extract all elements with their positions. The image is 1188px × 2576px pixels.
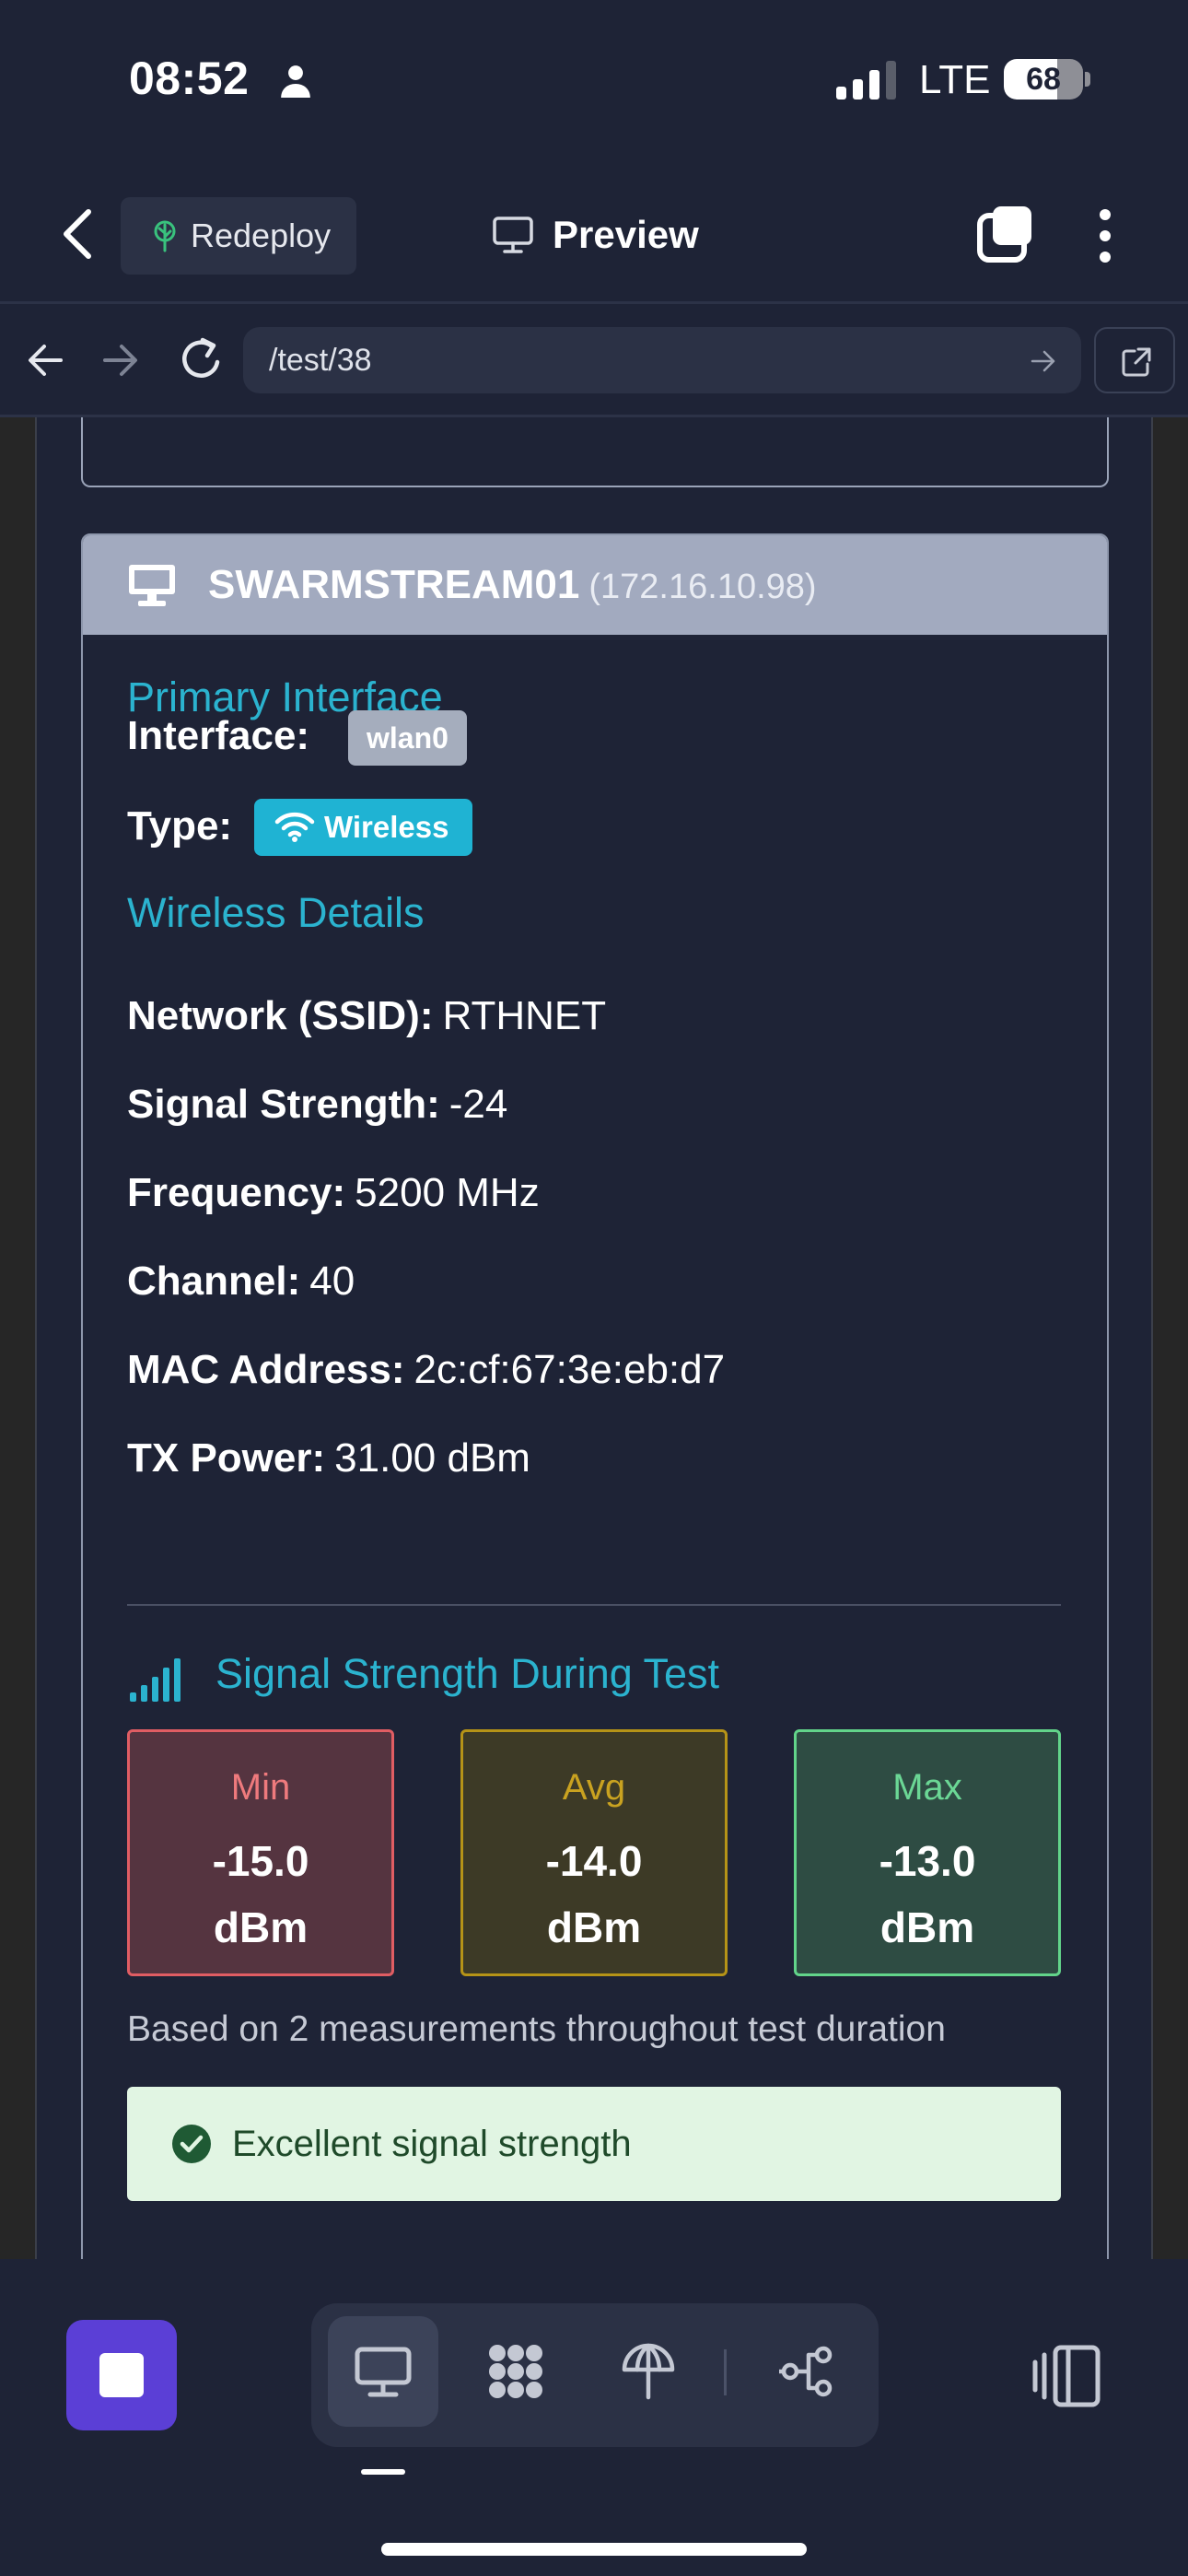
cellular-signal-icon <box>836 61 896 100</box>
preview-label: Preview <box>553 213 699 256</box>
redeploy-label: Redeploy <box>191 217 332 254</box>
measurement-note: Based on 2 measurements throughout test … <box>127 2009 946 2049</box>
home-indicator[interactable] <box>381 2543 807 2556</box>
max-label: Max <box>892 1767 962 1808</box>
wifi-icon <box>274 813 315 843</box>
detail-value: 5200 MHz <box>355 1170 540 1215</box>
signal-section-title: Signal Strength During Test <box>215 1650 719 1697</box>
browser-url-bar: /test/38 <box>0 307 1188 417</box>
type-value: Wireless <box>324 810 449 844</box>
bottom-toolbar <box>0 2259 1188 2576</box>
detail-mac-address: MAC Address: 2c:cf:67:3e:eb:d7 <box>127 1344 725 1396</box>
avg-value: -14.0 dBm <box>545 1837 643 1951</box>
check-circle-icon <box>172 2125 211 2163</box>
external-link-icon <box>1122 347 1151 377</box>
wireless-details-title: Wireless Details <box>127 889 425 936</box>
device-hostname: SWARMSTREAM01 (172.16.10.98) <box>208 535 817 637</box>
share-nodes-icon <box>779 2346 833 2397</box>
url-text: /test/38 <box>269 343 372 378</box>
url-input[interactable]: /test/38 <box>243 327 1081 393</box>
detail-value: RTHNET <box>442 993 607 1038</box>
signal-avg-box: Avg -14.0 dBm <box>460 1729 728 1976</box>
device-card: SWARMSTREAM01 (172.16.10.98) Primary Inte… <box>81 533 1109 2259</box>
detail-label: Frequency: <box>127 1170 346 1215</box>
detail-channel: Channel: 40 <box>127 1256 355 1307</box>
hostname-text: SWARMSTREAM01 <box>208 562 580 607</box>
open-external-button[interactable] <box>1094 327 1175 393</box>
detail-value: 2c:cf:67:3e:eb:d7 <box>413 1347 726 1392</box>
arrow-right-icon[interactable] <box>1030 347 1057 375</box>
web-viewport[interactable]: SWARMSTREAM01 (172.16.10.98) Primary Inte… <box>0 417 1188 2259</box>
detail-tx-power: TX Power: 31.00 dBm <box>127 1433 530 1484</box>
signal-status-text: Excellent signal strength <box>232 2124 632 2164</box>
monitor-icon <box>355 2347 412 2397</box>
view-switcher <box>311 2303 879 2447</box>
signal-max-box: Max -13.0 dBm <box>794 1729 1061 1976</box>
person-icon <box>281 65 310 98</box>
type-field: Type: <box>127 801 232 852</box>
tabs-icon[interactable] <box>976 203 1035 265</box>
min-value: -15.0 dBm <box>212 1837 309 1951</box>
status-bar: 08:52 LTE 68 <box>0 0 1188 166</box>
detail-value: 40 <box>309 1259 355 1304</box>
interface-field: Interface: <box>127 710 309 762</box>
min-label: Min <box>230 1767 291 1808</box>
section-divider <box>127 1604 1061 1606</box>
redeploy-button[interactable]: Redeploy <box>121 197 356 275</box>
arrow-left-icon[interactable] <box>26 340 64 381</box>
detail-frequency: Frequency: 5200 MHz <box>127 1167 540 1219</box>
previous-card <box>81 417 1109 487</box>
side-panel-icon[interactable] <box>1031 2342 1101 2410</box>
deploy-button[interactable] <box>593 2316 704 2427</box>
active-view-indicator <box>361 2469 405 2475</box>
reload-icon[interactable] <box>177 334 225 384</box>
detail-label: Network (SSID): <box>127 993 434 1038</box>
monitor-icon <box>493 217 533 253</box>
apps-button[interactable] <box>460 2316 571 2427</box>
signal-min-box: Min -15.0 dBm <box>127 1729 394 1976</box>
max-value: -13.0 dBm <box>879 1837 976 1951</box>
network-type: LTE <box>919 57 991 102</box>
device-card-header: SWARMSTREAM01 (172.16.10.98) <box>83 535 1107 635</box>
avg-label: Avg <box>562 1767 626 1808</box>
detail-label: Channel: <box>127 1259 301 1304</box>
battery-level: 68 <box>1026 62 1061 97</box>
battery-icon: 68 <box>1004 59 1090 100</box>
detail-signal-strength: Signal Strength: -24 <box>127 1079 507 1130</box>
stop-icon <box>99 2353 144 2397</box>
detail-label: TX Power: <box>127 1435 326 1481</box>
toolbar-separator <box>724 2349 727 2395</box>
signal-bars-icon <box>130 1658 181 1702</box>
web-page: SWARMSTREAM01 (172.16.10.98) Primary Inte… <box>35 417 1153 2259</box>
type-badge: Wireless <box>254 799 473 856</box>
interface-label: Interface: <box>127 713 310 758</box>
app-screen: 08:52 LTE 68 Redeploy Preview /test/38 S… <box>0 0 1188 2576</box>
stop-button[interactable] <box>66 2320 177 2430</box>
share-button[interactable] <box>751 2316 862 2427</box>
detail-ssid: Network (SSID): RTHNET <box>127 990 606 1042</box>
detail-label: Signal Strength: <box>127 1082 440 1127</box>
chevron-left-icon[interactable] <box>53 206 101 262</box>
interface-badge: wlan0 <box>348 710 467 766</box>
desktop-view-button[interactable] <box>328 2316 438 2427</box>
arrow-right-icon[interactable] <box>101 340 140 381</box>
monitor-icon <box>129 565 175 606</box>
detail-value: -24 <box>448 1082 508 1127</box>
signal-status-alert: Excellent signal strength <box>127 2087 1061 2201</box>
status-time: 08:52 <box>129 53 250 104</box>
app-header: Redeploy Preview <box>0 166 1188 304</box>
tree-icon <box>154 220 176 252</box>
type-label: Type: <box>127 803 233 849</box>
tree-icon <box>622 2343 675 2400</box>
device-ip: (172.16.10.98) <box>588 568 817 606</box>
apps-grid-icon <box>489 2345 542 2398</box>
detail-label: MAC Address: <box>127 1347 405 1392</box>
more-vertical-icon[interactable] <box>1089 206 1122 265</box>
detail-value: 31.00 dBm <box>334 1435 530 1481</box>
